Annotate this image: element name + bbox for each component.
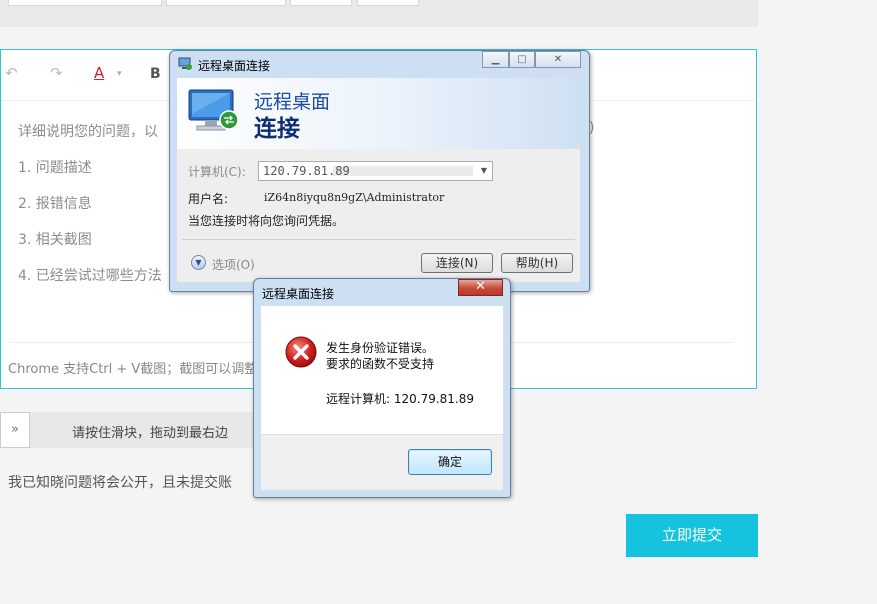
bold-icon[interactable]: B: [150, 66, 161, 82]
rdc-app-icon: [178, 57, 192, 70]
username-label: 用户名:: [188, 192, 229, 206]
slide-captcha: » 请按住滑块，拖动到最右边: [0, 412, 290, 448]
computer-value: 120.79.81.89: [263, 164, 350, 178]
rdc-title: 远程桌面连接: [198, 59, 271, 73]
error-dialog-footer: 确定: [261, 434, 503, 490]
editor-placeholder-item: 3. 相关截图: [18, 232, 92, 248]
editor-placeholder-item: 4. 已经尝试过哪些方法: [18, 268, 162, 284]
editor-placeholder-item: 2. 报错信息: [18, 196, 92, 212]
connect-button[interactable]: 连接(N): [421, 253, 493, 273]
editor-placeholder-item: 1. 问题描述: [18, 160, 92, 176]
rdc-window: 远程桌面连接 ▁ □ ✕ 远程桌面 连接 计算机(C): 120.79.81.8…: [169, 50, 590, 292]
error-dialog: 远程桌面连接 ✕ 发生身份验证错误。 要求的函数不受支持 远程计算机: 120.…: [253, 278, 511, 498]
top-form-strip: [0, 0, 758, 27]
redo-icon[interactable]: ↷: [50, 64, 63, 82]
credentials-note: 当您连接时将向您询问凭据。: [188, 214, 345, 228]
editor-placeholder-intro: 详细说明您的问题，以: [18, 124, 158, 140]
chevron-down-icon[interactable]: ▾: [117, 69, 122, 79]
combo-selection: [333, 166, 473, 176]
username-value: iZ64n8iyqu8n9gZ\Administrator: [264, 191, 445, 204]
minimize-button[interactable]: ▁: [482, 51, 509, 68]
rdc-body: 计算机(C): 120.79.81.89 ▼ 用户名: iZ64n8iyqu8n…: [177, 149, 580, 282]
maximize-button[interactable]: □: [509, 51, 535, 68]
rdc-divider: [182, 239, 575, 240]
top-field-2[interactable]: [166, 0, 286, 6]
undo-icon[interactable]: ↶: [5, 64, 18, 82]
error-dialog-body: 发生身份验证错误。 要求的函数不受支持 远程计算机: 120.79.81.89: [261, 306, 503, 434]
banner-title-line2: 连接: [254, 116, 300, 142]
error-dialog-title: 远程桌面连接: [262, 287, 335, 301]
top-field-4[interactable]: [357, 0, 419, 6]
slider-handle[interactable]: »: [0, 412, 30, 448]
rdc-banner: 远程桌面 连接: [177, 78, 580, 150]
close-button[interactable]: ✕: [458, 279, 503, 296]
computer-label: 计算机(C):: [188, 165, 246, 179]
error-icon: [285, 336, 317, 368]
font-color-icon[interactable]: A: [94, 64, 104, 82]
error-message-line1: 发生身份验证错误。: [326, 341, 435, 355]
slider-instruction: 请按住滑块，拖动到最右边: [72, 426, 229, 441]
chevron-down-icon[interactable]: ▼: [476, 162, 492, 180]
top-field-1[interactable]: [8, 0, 162, 6]
help-button[interactable]: 帮助(H): [501, 253, 573, 273]
close-button[interactable]: ✕: [535, 51, 581, 68]
submit-button[interactable]: 立即提交: [626, 514, 758, 557]
computer-combobox[interactable]: 120.79.81.89 ▼: [258, 161, 493, 181]
error-message-line2: 要求的函数不受支持: [326, 357, 435, 371]
monitor-icon: [188, 89, 239, 131]
expand-options-icon[interactable]: ▼: [191, 255, 206, 270]
remote-computer-text: 远程计算机: 120.79.81.89: [326, 392, 475, 406]
public-notice-text: 我已知晓问题将会公开，且未提交账: [8, 475, 232, 491]
options-toggle[interactable]: 选项(O): [212, 256, 255, 273]
editor-paste-hint: Chrome 支持Ctrl + V截图；截图可以调整大: [8, 362, 271, 377]
top-field-3[interactable]: [290, 0, 352, 6]
ok-button[interactable]: 确定: [408, 449, 492, 475]
